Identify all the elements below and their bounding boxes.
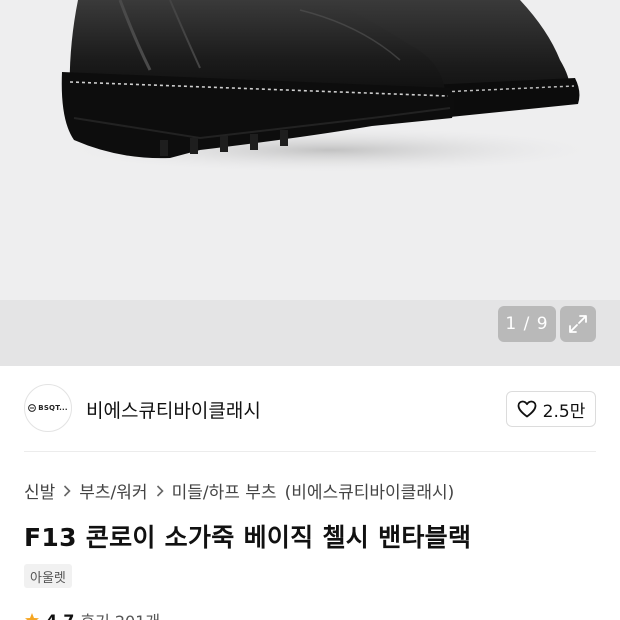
- divider: [24, 451, 596, 452]
- chevron-right-icon: [63, 484, 71, 497]
- expand-icon: [569, 315, 587, 333]
- breadcrumb-item-boots[interactable]: 부츠/워커: [79, 478, 147, 503]
- product-title: F13 콘로이 소가죽 베이직 첼시 밴타블랙: [24, 523, 472, 552]
- like-count: 2.5만: [542, 401, 586, 422]
- chevron-right-icon: [156, 484, 164, 497]
- brand-row: BSQT... 비에스큐티바이클래시 2.5만: [0, 366, 620, 452]
- star-icon: [25, 613, 39, 620]
- brand-logo-mark-icon: [28, 404, 37, 412]
- brand-logo[interactable]: BSQT...: [24, 384, 72, 432]
- rating-row[interactable]: 4.7 후기 201개: [24, 608, 160, 620]
- review-count[interactable]: 후기 201개: [80, 608, 160, 620]
- product-gallery[interactable]: 1 / 9: [0, 0, 620, 366]
- brand-logo-text: BSQT...: [38, 404, 68, 412]
- rating-value: 4.7: [46, 610, 75, 620]
- breadcrumb-item-shoes[interactable]: 신발: [24, 478, 55, 503]
- brand-name[interactable]: 비에스큐티바이클래시: [86, 396, 261, 423]
- expand-button[interactable]: [560, 306, 596, 342]
- image-counter: 1 / 9: [498, 306, 556, 342]
- like-button[interactable]: 2.5만: [506, 391, 596, 427]
- breadcrumb: 신발 부츠/워커 미들/하프 부츠 (비에스큐티바이클래시): [24, 478, 454, 503]
- breadcrumb-item-middle-boots[interactable]: 미들/하프 부츠: [172, 478, 277, 503]
- heart-icon: [517, 400, 537, 418]
- outlet-tag: 아울렛: [24, 564, 72, 588]
- breadcrumb-brand[interactable]: (비에스큐티바이클래시): [285, 478, 455, 503]
